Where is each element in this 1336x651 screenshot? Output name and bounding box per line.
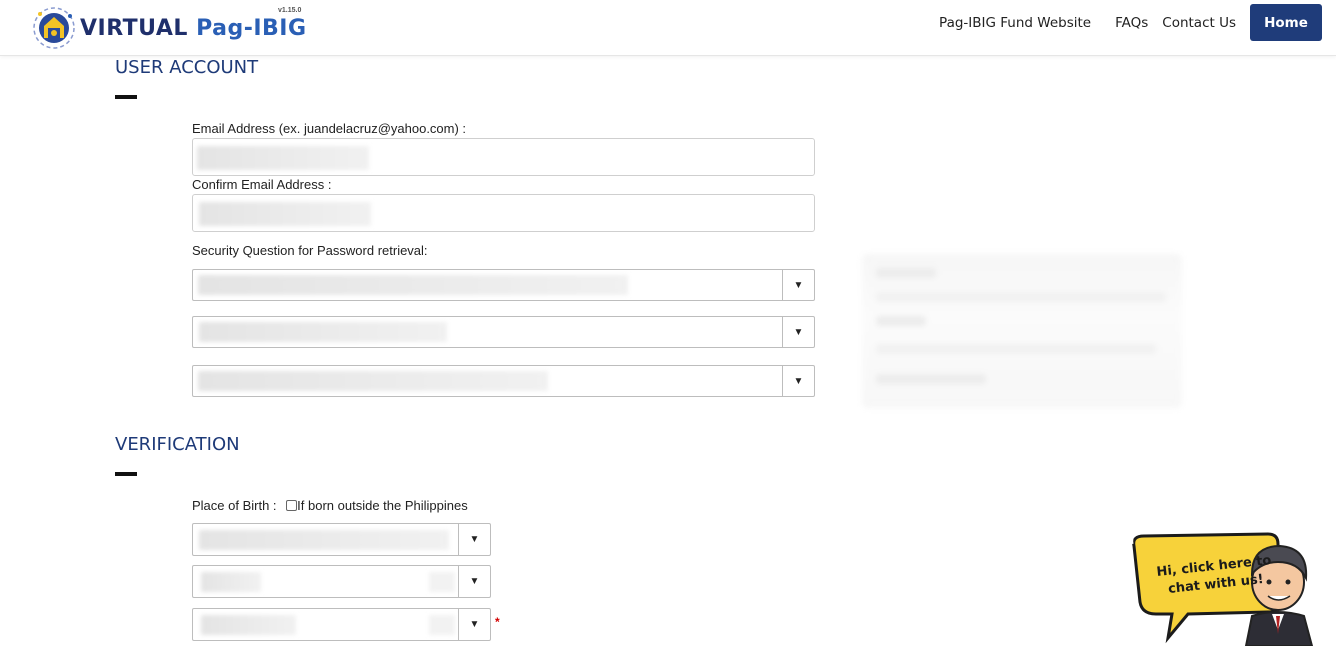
redacted-value bbox=[198, 275, 628, 295]
virtual-pagibig-logo[interactable]: VIRTUAL Pag-IBIG bbox=[30, 2, 307, 50]
born-outside-ph-checkbox[interactable] bbox=[286, 500, 298, 511]
birth-barangay-select[interactable]: ▼ bbox=[192, 608, 491, 641]
pagibig-emblem-icon bbox=[30, 2, 78, 50]
security-question-select[interactable]: ▼ bbox=[192, 269, 815, 301]
security-question-label: Security Question for Password retrieval… bbox=[192, 243, 428, 258]
email-input[interactable] bbox=[192, 138, 815, 176]
redacted-value bbox=[199, 202, 371, 226]
redacted-value bbox=[199, 322, 447, 342]
birth-province-select[interactable]: ▼ bbox=[192, 523, 491, 556]
dropdown-arrow-icon[interactable]: ▼ bbox=[458, 609, 490, 640]
logo-pagibig-text: Pag-IBIG bbox=[196, 15, 307, 41]
security-question-select-3[interactable]: ▼ bbox=[192, 365, 815, 397]
birth-city-select[interactable]: ▼ bbox=[192, 565, 491, 598]
redacted-side-panel bbox=[862, 254, 1182, 408]
dropdown-arrow-icon[interactable]: ▼ bbox=[782, 366, 814, 396]
redacted-value bbox=[197, 146, 369, 170]
confirm-email-label: Confirm Email Address : bbox=[192, 177, 332, 192]
place-of-birth-row: Place of Birth : If born outside the Phi… bbox=[192, 498, 468, 513]
nav-contact-us-link[interactable]: Contact Us bbox=[1162, 15, 1236, 31]
dropdown-arrow-icon[interactable]: ▼ bbox=[782, 317, 814, 347]
dropdown-arrow-icon[interactable]: ▼ bbox=[458, 566, 490, 597]
main-nav: Pag-IBIG Fund Website FAQs Contact Us Ho… bbox=[939, 4, 1322, 41]
dropdown-arrow-icon[interactable]: ▼ bbox=[458, 524, 490, 555]
place-of-birth-label: Place of Birth : bbox=[192, 498, 277, 513]
security-question-select-2[interactable]: ▼ bbox=[192, 316, 815, 348]
section-underline bbox=[115, 472, 137, 476]
born-outside-ph-label: If born outside the Philippines bbox=[297, 498, 468, 513]
confirm-email-input[interactable] bbox=[192, 194, 815, 232]
section-underline bbox=[115, 95, 137, 99]
required-asterisk: * bbox=[495, 615, 500, 629]
user-account-heading: USER ACCOUNT bbox=[115, 57, 259, 78]
redacted-value bbox=[198, 371, 548, 391]
nav-faqs-link[interactable]: FAQs bbox=[1115, 15, 1148, 31]
verification-heading: VERIFICATION bbox=[115, 434, 240, 455]
dropdown-arrow-icon[interactable]: ▼ bbox=[782, 270, 814, 300]
redacted-value bbox=[201, 615, 296, 635]
logo-wordmark: VIRTUAL Pag-IBIG bbox=[80, 16, 307, 41]
redacted-value bbox=[199, 530, 449, 550]
redacted-value bbox=[201, 572, 261, 592]
email-label: Email Address (ex. juandelacruz@yahoo.co… bbox=[192, 121, 467, 136]
redacted-value bbox=[429, 572, 455, 592]
home-button[interactable]: Home bbox=[1250, 4, 1322, 41]
app-version: v1.15.0 bbox=[278, 7, 302, 14]
chat-with-us-widget[interactable]: Hi, click here to chat with us! bbox=[1128, 530, 1318, 647]
logo-virtual-text: VIRTUAL bbox=[80, 15, 188, 41]
nav-pagibig-website-link[interactable]: Pag-IBIG Fund Website bbox=[939, 15, 1091, 31]
top-navbar: VIRTUAL Pag-IBIG v1.15.0 Pag-IBIG Fund W… bbox=[0, 0, 1336, 56]
redacted-value bbox=[429, 615, 455, 635]
